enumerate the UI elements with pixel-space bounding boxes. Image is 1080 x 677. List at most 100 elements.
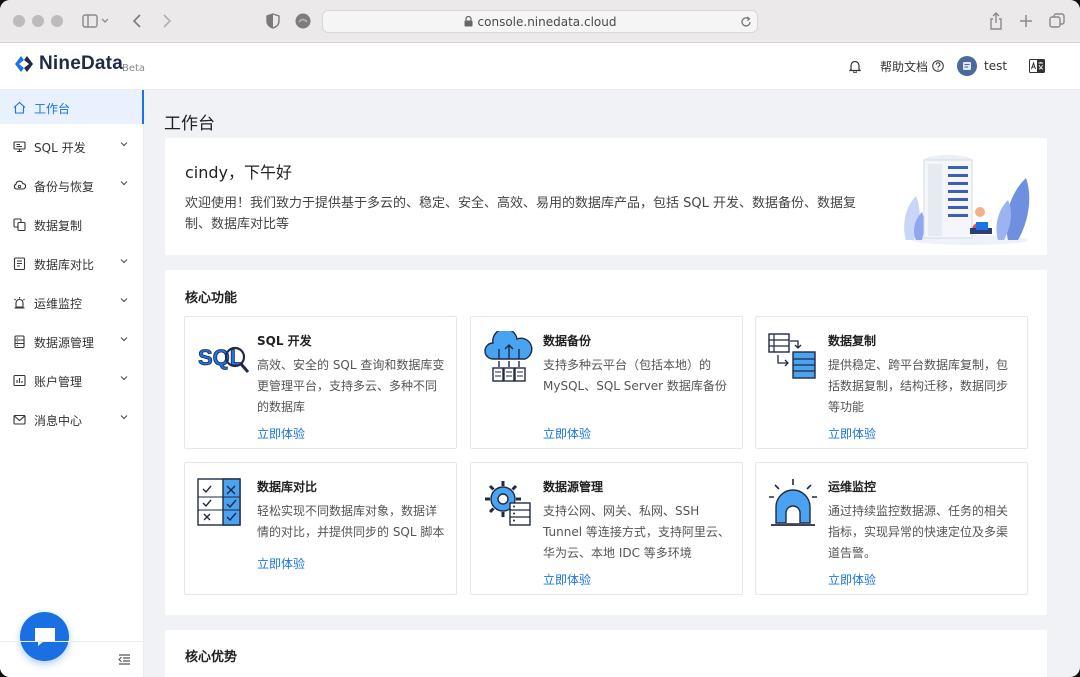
user-icon (963, 62, 971, 70)
cloud-backup-icon (484, 331, 533, 382)
sidebar-item-4[interactable]: 数据库对比 (0, 246, 144, 280)
data-replication-icon (768, 333, 816, 379)
sidebar-item-0[interactable]: 工作台 (0, 90, 144, 124)
feature-description: 通过持续监控数据源、任务的相关指标，实现异常的快速定位及多渠道告警。 (828, 504, 1009, 560)
chevron-down-icon (120, 298, 128, 303)
feature-title: 运维监控 (828, 480, 877, 494)
sidebar-collapse-bar (0, 641, 143, 677)
alarm-icon (14, 297, 25, 309)
feature-title: 数据备份 (543, 334, 592, 348)
sidebar-item-8[interactable]: 消息中心 (0, 402, 144, 436)
alarm-light-icon (769, 479, 817, 526)
new-tab-icon[interactable] (1018, 11, 1034, 31)
help-docs-link[interactable]: 帮助文档 (880, 43, 944, 89)
feature-tile-1[interactable]: 数据备份 支持多种云平台（包括本地）的 MySQL、SQL Server 数据库备… (470, 316, 743, 449)
url-text: console.ninedata.cloud (477, 14, 617, 29)
browser-toolbar: console.ninedata.cloud (0, 0, 1080, 43)
translate-icon (1029, 59, 1045, 73)
language-switch[interactable] (1029, 43, 1045, 89)
feature-title: 数据库对比 (257, 480, 318, 494)
sidebar-item-label: 账户管理 (34, 375, 83, 389)
bell-icon (849, 60, 861, 73)
app-window: console.ninedata.cloud NineData Beta 帮助文… (0, 0, 1080, 677)
user-name: test (984, 59, 1008, 73)
sidebar-item-2[interactable]: 备份与恢复 (0, 168, 144, 202)
sidebar-item-label: 数据库对比 (34, 258, 95, 272)
greeting: cindy，下午好 (185, 163, 293, 182)
welcome-card: cindy，下午好 欢迎使用！我们致力于提供基于多云的、稳定、安全、高效、易用的… (165, 138, 1047, 255)
back-icon[interactable] (130, 11, 144, 31)
copy-icon (13, 218, 26, 231)
sidebar-toggle-icon[interactable] (80, 11, 110, 31)
try-now-link[interactable]: 立即体验 (257, 555, 305, 572)
sidebar-item-label: 工作台 (34, 102, 71, 116)
sidebar-item-label: 数据复制 (34, 219, 83, 233)
feature-description: 轻松实现不同数据库对象，数据详情的对比，并提供同步的 SQL 脚本 (257, 504, 445, 539)
notification-bell[interactable] (849, 43, 861, 89)
try-now-link[interactable]: 立即体验 (543, 571, 591, 588)
chevron-down-icon (120, 181, 128, 186)
sidebar-item-label: 消息中心 (34, 414, 83, 428)
account-icon (13, 374, 26, 387)
datasource-icon (14, 335, 25, 348)
brand-name: NineData (39, 53, 123, 74)
chevron-down-icon (120, 259, 128, 264)
try-now-link[interactable]: 立即体验 (543, 425, 591, 442)
reload-icon[interactable] (740, 16, 752, 28)
try-now-link[interactable]: 立即体验 (257, 425, 305, 442)
help-docs-label: 帮助文档 (880, 59, 929, 74)
sidebar-item-5[interactable]: 运维监控 (0, 285, 144, 319)
forward-icon[interactable] (160, 11, 174, 31)
close-window-button[interactable] (13, 15, 25, 27)
chevron-down-icon (120, 415, 128, 420)
home-icon (13, 101, 26, 114)
beta-badge: Beta (122, 63, 146, 74)
ninedata-logo-icon (15, 56, 33, 72)
address-bar[interactable]: console.ninedata.cloud (322, 10, 758, 33)
feature-tile-5[interactable]: 运维监控通过持续监控数据源、任务的相关指标，实现异常的快速定位及多渠道告警。立即… (755, 462, 1028, 595)
feature-description: 支持公网、网关、私网、SSH Tunnel 等连接方式，支持阿里云、华为云、本地… (543, 504, 730, 560)
feature-title: 数据源管理 (543, 480, 604, 494)
sidebar-item-7[interactable]: 账户管理 (0, 363, 144, 397)
core-advantages-card: 核心优势 (165, 630, 1047, 677)
cloud-icon (13, 180, 26, 190)
core-features-card: 核心功能 SQL SQL 开发 高效、安全的 SQL 查询和数据库变更管理平台，支持… (165, 270, 1047, 615)
compare-icon (13, 257, 26, 270)
sidebar-item-label: 数据源管理 (34, 336, 95, 350)
tab-overview-icon[interactable] (1048, 11, 1066, 31)
collapse-menu-icon[interactable] (118, 654, 131, 665)
try-now-link[interactable]: 立即体验 (828, 571, 876, 588)
feature-tile-2[interactable]: 数据复制提供稳定、跨平台数据库复制，包括数据复制，结构迁移，数据同步等功能立即体… (755, 316, 1028, 449)
try-now-link[interactable]: 立即体验 (828, 425, 876, 442)
feature-tile-0[interactable]: SQL SQL 开发 高效、安全的 SQL 查询和数据库变更管理平台，支持多云、多种… (184, 316, 457, 449)
sidebar-item-3[interactable]: 数据复制 (0, 207, 144, 241)
chevron-down-icon (120, 337, 128, 342)
chevron-down-icon (120, 142, 128, 147)
page-title: 工作台 (164, 114, 215, 134)
feature-title: SQL 开发 (257, 334, 312, 348)
feature-tile-3[interactable]: 数据库对比轻松实现不同数据库对象，数据详情的对比，并提供同步的 SQL 脚本立即… (184, 462, 457, 595)
zoom-window-button[interactable] (51, 15, 63, 27)
chevron-down-icon (120, 376, 128, 381)
sidebar: 工作台 SQL 开发 备份与恢复数据复制数据库对比运维监控数据源管理账户管理消息中心 (0, 90, 144, 677)
shield-icon[interactable] (265, 11, 281, 31)
app-header: NineData Beta 帮助文档 test (0, 43, 1080, 90)
feature-description: 高效、安全的 SQL 查询和数据库变更管理平台，支持多云、多种不同的数据库 (257, 358, 445, 414)
user-menu[interactable]: test (957, 43, 1007, 89)
gear-server-icon (485, 481, 531, 526)
brand-logo[interactable]: NineData (13, 53, 123, 75)
question-icon (932, 60, 944, 72)
feature-description: 提供稳定、跨平台数据库复制，包括数据复制，结构迁移，数据同步等功能 (828, 358, 1009, 414)
mail-icon (13, 414, 26, 425)
core-advantages-title: 核心优势 (185, 650, 238, 665)
lock-icon (464, 16, 473, 27)
share-icon[interactable] (988, 11, 1004, 31)
checklist-icon (197, 478, 241, 526)
sidebar-item-1[interactable]: SQL 开发 (0, 129, 144, 163)
feature-tile-4[interactable]: 数据源管理支持公网、网关、私网、SSH Tunnel 等连接方式，支持阿里云、华… (470, 462, 743, 595)
sidebar-item-6[interactable]: 数据源管理 (0, 324, 144, 358)
minimize-window-button[interactable] (32, 15, 44, 27)
feature-title: 数据复制 (828, 334, 877, 348)
extension-icon[interactable] (294, 11, 312, 31)
monitor-icon (13, 141, 26, 153)
